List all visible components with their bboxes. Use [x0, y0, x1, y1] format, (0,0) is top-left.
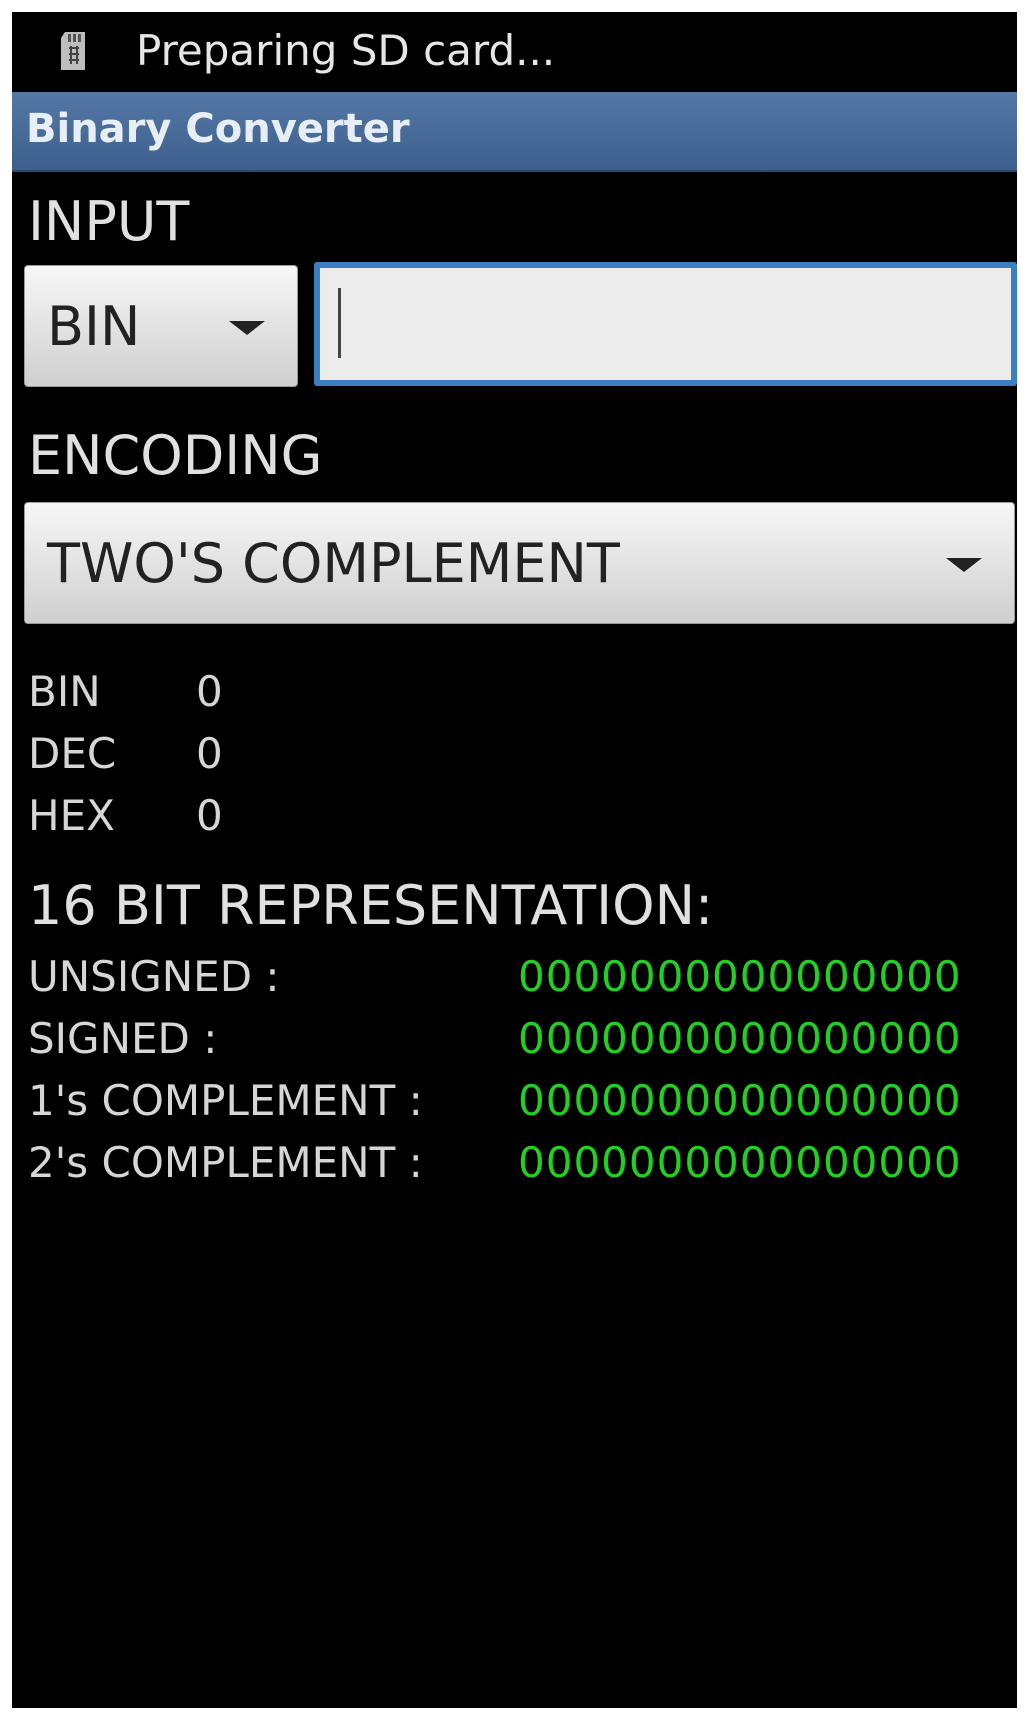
input-base-selected: BIN — [47, 294, 141, 358]
sd-card-icon — [57, 30, 89, 72]
result-row-hex: HEX 0 — [28, 791, 223, 840]
representation-row-signed: SIGNED : 0000000000000000 — [28, 1014, 961, 1063]
dropdown-arrow-icon — [229, 321, 265, 335]
representation-label: 2's COMPLEMENT : — [28, 1138, 423, 1187]
encoding-dropdown[interactable]: TWO'S COMPLEMENT — [24, 502, 1015, 624]
result-label: DEC — [28, 729, 117, 778]
input-base-dropdown[interactable]: BIN — [24, 265, 298, 387]
encoding-selected: TWO'S COMPLEMENT — [47, 531, 620, 595]
text-cursor — [338, 288, 341, 358]
representation-row-ones-complement: 1's COMPLEMENT : 0000000000000000 — [28, 1076, 961, 1125]
representation-bits: 0000000000000000 — [518, 1076, 962, 1125]
app-screen: Preparing SD card... Binary Converter IN… — [12, 12, 1017, 1708]
result-value: 0 — [196, 729, 223, 778]
representation-row-unsigned: UNSIGNED : 0000000000000000 — [28, 952, 961, 1001]
representation-bits: 0000000000000000 — [518, 1138, 962, 1187]
result-value: 0 — [196, 791, 223, 840]
status-notification-text: Preparing SD card... — [136, 26, 556, 75]
encoding-label: ENCODING — [28, 424, 323, 487]
result-row-bin: BIN 0 — [28, 667, 223, 716]
representation-label: 1's COMPLEMENT : — [28, 1076, 423, 1125]
representation-bits: 0000000000000000 — [518, 1014, 962, 1063]
app-title: Binary Converter — [26, 106, 410, 152]
representation-bits: 0000000000000000 — [518, 952, 962, 1001]
app-title-bar: Binary Converter — [12, 92, 1017, 172]
representation-label: SIGNED : — [28, 1014, 218, 1063]
result-label: HEX — [28, 791, 115, 840]
input-label: INPUT — [28, 190, 190, 253]
result-row-dec: DEC 0 — [28, 729, 223, 778]
result-value: 0 — [196, 667, 223, 716]
representation-row-twos-complement: 2's COMPLEMENT : 0000000000000000 — [28, 1138, 961, 1187]
status-bar: Preparing SD card... — [12, 12, 1017, 90]
number-input-field[interactable] — [314, 262, 1017, 386]
dropdown-arrow-icon — [946, 558, 982, 572]
representation-heading: 16 BIT REPRESENTATION: — [28, 874, 714, 937]
representation-label: UNSIGNED : — [28, 952, 280, 1001]
result-label: BIN — [28, 667, 101, 716]
